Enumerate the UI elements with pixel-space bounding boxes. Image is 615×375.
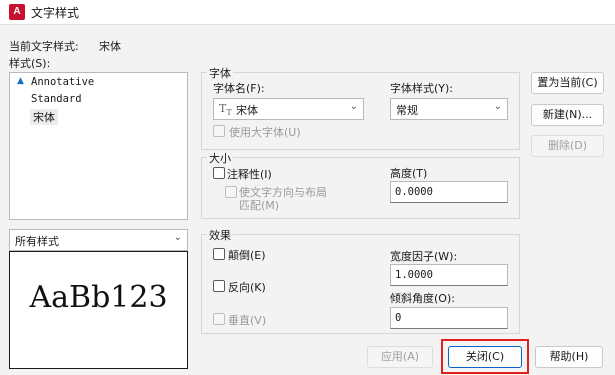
current-style-label: 当前文字样式: [9, 40, 79, 53]
width-factor-input[interactable]: 1.0000 [390, 264, 508, 286]
oblique-angle-value: 0 [395, 312, 402, 324]
oblique-angle-input[interactable]: 0 [390, 307, 508, 329]
vertical-checkbox[interactable] [213, 313, 225, 325]
window-title: 文字样式 [31, 6, 80, 20]
annotative-label: 注释性(I) [227, 168, 272, 181]
vertical-label: 垂直(V) [228, 314, 267, 327]
styles-list[interactable]: ▲ Annotative Standard 宋体 [9, 72, 188, 220]
match-orientation-checkbox[interactable] [225, 186, 237, 198]
font-style-select[interactable]: 常规 ⌄ [390, 98, 508, 120]
backwards-checkbox[interactable] [213, 280, 225, 292]
chevron-down-icon: ⌄ [349, 101, 358, 112]
font-name-select[interactable]: TT 宋体 ⌄ [213, 98, 364, 120]
upside-down-label: 颠倒(E) [228, 249, 266, 262]
chevron-down-icon: ⌄ [493, 101, 502, 112]
preview-text: AaBb123 [29, 280, 168, 315]
effects-group-title: 效果 [207, 227, 233, 243]
font-style-label: 字体样式(Y): [390, 82, 454, 95]
oblique-angle-label: 倾斜角度(O): [390, 292, 455, 305]
font-group-title: 字体 [207, 65, 233, 81]
chevron-down-icon: ⌄ [173, 232, 182, 243]
truetype-font-icon: TT [219, 102, 232, 118]
list-item-annotative[interactable]: Annotative [31, 76, 94, 88]
style-filter-select[interactable]: 所有样式 ⌄ [9, 229, 188, 251]
font-style-value: 常规 [396, 104, 418, 117]
style-filter-value: 所有样式 [15, 235, 59, 248]
styles-label: 样式(S): [9, 57, 51, 70]
annotative-icon: ▲ [17, 76, 24, 86]
preview-box: AaBb123 [9, 251, 188, 369]
match-orientation-label-line2: 匹配(M) [239, 199, 280, 212]
current-style-value: 宋体 [99, 40, 121, 53]
width-factor-value: 1.0000 [395, 269, 433, 281]
autocad-app-icon: A [9, 4, 25, 20]
list-item-songti[interactable]: 宋体 [30, 109, 58, 125]
new-style-button[interactable]: 新建(N)... [531, 104, 604, 126]
annotative-checkbox[interactable] [213, 167, 225, 179]
backwards-label: 反向(K) [228, 281, 266, 294]
size-group-title: 大小 [207, 150, 233, 166]
height-input[interactable]: 0.0000 [390, 181, 508, 203]
font-name-value: 宋体 [236, 104, 258, 117]
apply-button[interactable]: 应用(A) [367, 346, 433, 368]
title-bar [0, 0, 615, 25]
upside-down-checkbox[interactable] [213, 248, 225, 260]
font-name-label: 字体名(F): [213, 82, 265, 95]
height-value: 0.0000 [395, 186, 433, 198]
set-current-button[interactable]: 置为当前(C) [531, 72, 604, 94]
close-button[interactable]: 关闭(C) [448, 346, 522, 368]
height-label: 高度(T) [390, 167, 428, 180]
delete-style-button[interactable]: 删除(D) [531, 135, 604, 157]
help-button[interactable]: 帮助(H) [535, 346, 603, 368]
bigfont-checkbox[interactable] [213, 125, 225, 137]
width-factor-label: 宽度因子(W): [390, 250, 458, 263]
bigfont-label: 使用大字体(U) [229, 126, 301, 139]
list-item-standard[interactable]: Standard [31, 93, 82, 105]
